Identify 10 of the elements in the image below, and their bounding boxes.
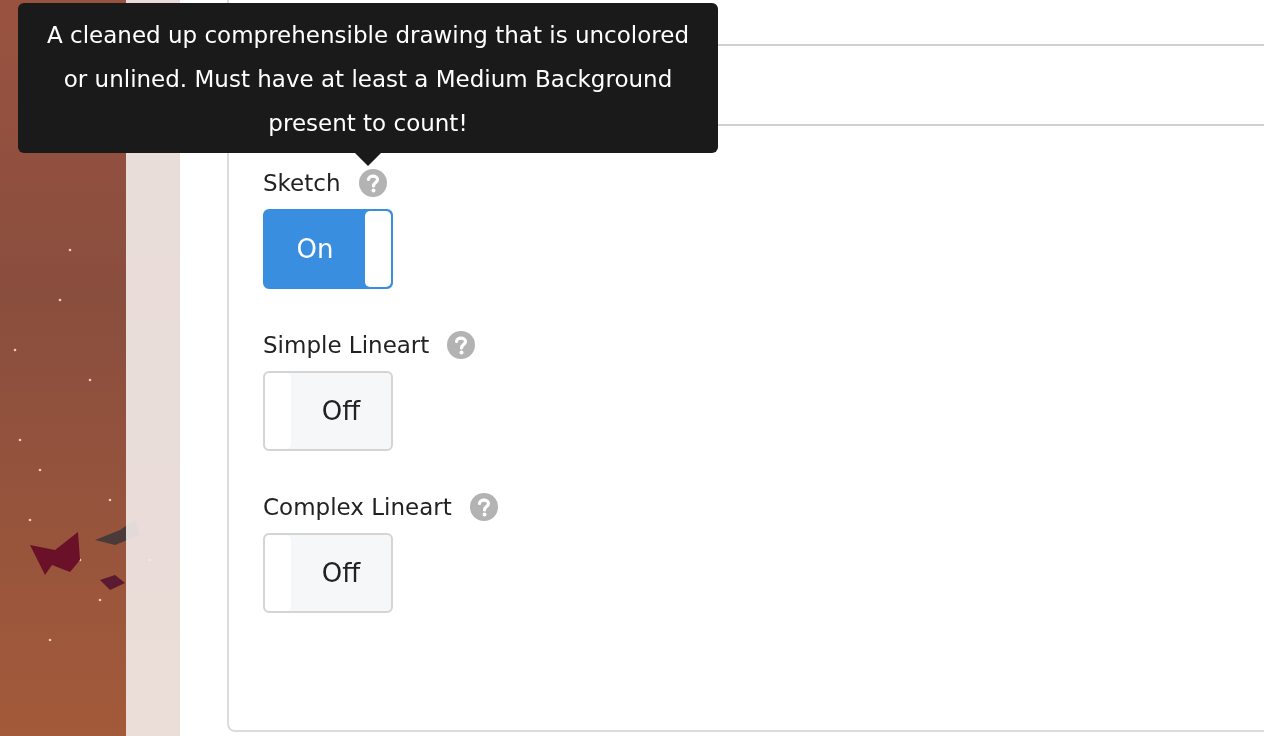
help-icon[interactable] bbox=[358, 169, 387, 197]
help-icon[interactable] bbox=[469, 493, 498, 521]
toggle-switch[interactable]: Off bbox=[263, 371, 393, 451]
toggle-switch[interactable]: Off bbox=[263, 533, 393, 613]
tooltip: A cleaned up comprehensible drawing that is uncolored or unlined. Must have at least a Medium Background present to count! bbox=[18, 3, 718, 153]
help-icon[interactable] bbox=[447, 331, 476, 359]
tooltip-pointer bbox=[354, 152, 382, 166]
option-label: Simple Lineart bbox=[263, 332, 430, 358]
option-label: Sketch bbox=[263, 170, 341, 196]
option-label: Complex Lineart bbox=[263, 494, 452, 520]
